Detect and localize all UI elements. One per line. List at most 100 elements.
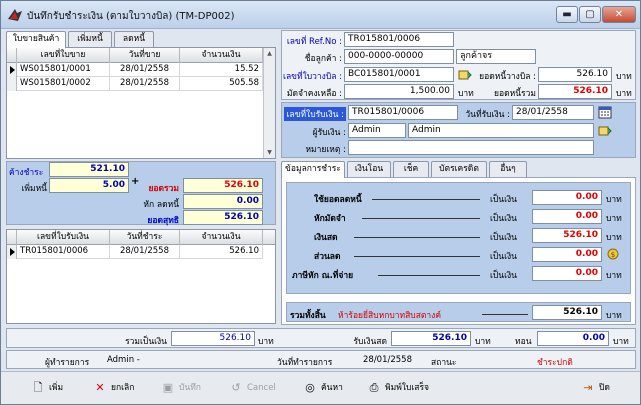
net-field: 526.10 [183,210,263,225]
exit-button[interactable]: ⇥ ปิด [581,379,610,397]
recorder-label: ผู้ทำรายการ [45,358,90,368]
col-sale-no[interactable]: เลขที่ใบขาย [17,48,110,63]
amount-unit: บาท [606,214,622,224]
receipt-date-field[interactable]: 28/01/2558 [512,105,594,120]
tab-transfer[interactable]: เงินโอน [347,161,391,177]
cell-sale-amount: 15.52 [180,63,263,77]
close-window-button[interactable]: ✕ [602,6,636,23]
cell-sale-date: 28/01/2558 [110,63,180,77]
receipt-panel: เลขที่ใบรับเงิน : TR015801/0006 วันที่รั… [281,102,636,158]
withholding-tax-label: ภาษีหัก ณ.ที่จ่าย [292,271,354,281]
printer-icon: ⎙ [369,380,379,394]
amount-unit: บาท [606,195,622,205]
ref-label: เลขที่ Ref.No : [286,37,342,47]
cancel-button[interactable]: ↺ Cancel [229,379,275,397]
deposit-deduct-label: หักมัดจำ [314,214,346,224]
customer-name-field[interactable]: ลูกค้าจร [456,49,536,64]
amount-unit: บาท [606,271,622,281]
left-tabs: ใบขายสินค้า เพิ่มหนี้ ลดหนี้ [6,31,276,48]
binoculars-icon: ◎ [305,380,315,394]
note-label: หมายเหตุ : [305,145,346,155]
col-receipt-amount[interactable]: จำนวนเงิน [180,230,263,245]
sales-grid-header: เลขที่ใบขาย วันที่ขาย จำนวนเงิน [7,48,263,63]
tab-cheque[interactable]: เช็ค [393,161,429,177]
credit-note-field[interactable]: 0.00 [532,190,602,205]
deposit-deduct-field[interactable]: 0.00 [532,209,602,224]
receipt-no-field[interactable]: TR015801/0006 [348,105,458,120]
maximize-button[interactable]: ▢ [579,6,601,23]
bill-field[interactable]: BC015801/0001 [344,67,454,82]
cell-receipt-no: TR015801/0006 [17,245,110,259]
col-receipt-no[interactable]: เลขที่ใบรับเงิน [17,230,110,245]
svg-text:$: $ [611,251,615,259]
receiver-code-field[interactable]: Admin [348,123,406,138]
change-unit: บาท [613,337,629,347]
tab-add-debt[interactable]: เพิ่มหนี้ [68,31,112,47]
tab-other[interactable]: อื่นๆ [489,161,527,177]
minimize-button[interactable]: ▬ [556,6,578,23]
sum-unit: บาท [258,337,274,347]
title-bar: บันทึกรับชำระเงิน (ตามใบวางบิล) (TM-DP00… [1,1,640,29]
table-row[interactable]: TR015801/0006 28/01/2558 526.10 [7,245,263,259]
record-date-label: วันที่ทำรายการ [277,358,333,368]
receiver-label: ผู้รับเงิน : [312,128,346,138]
receiver-name-field[interactable]: Admin [408,123,594,138]
net-label: ยอดสุทธิ [147,216,179,226]
col-pay-date[interactable]: วันที่ชำระ [110,230,180,245]
outstanding-field: 521.10 [49,162,129,177]
discount-label: ส่วนลด [314,252,341,262]
void-button[interactable]: ✕ ยกเลิก [93,379,134,397]
col-sale-date[interactable]: วันที่ขาย [110,48,180,63]
receipt-date-label: วันที่รับเงิน : [465,110,510,120]
table-row[interactable]: WS015801/0002 28/01/2558 505.58 [7,77,263,91]
customer-code-field[interactable]: 000-0000-00000 [344,49,454,64]
app-logo-icon [8,9,22,21]
ref-field[interactable]: TR015801/0006 [344,32,454,47]
app-window: บันทึกรับชำระเงิน (ตามใบวางบิล) (TM-DP00… [0,0,641,405]
amount-unit: บาท [606,233,622,243]
lookup-icon[interactable] [598,124,612,138]
bill-total-field: 526.10 [538,67,612,82]
total-debt-label: ยอดหนี้รวม [494,89,536,99]
record-date-value: 28/01/2558 [363,355,412,365]
cell-sale-date: 28/01/2558 [110,77,180,91]
print-receipt-button[interactable]: ⎙ พิมพ์ใบเสร็จ [367,379,429,397]
note-field[interactable] [348,140,594,155]
cell-sale-no: WS015801/0002 [17,77,110,91]
withholding-tax-field[interactable]: 0.00 [532,266,602,281]
outstanding-label: ค้างชำระ [9,168,44,178]
receipt-grid: เลขที่ใบรับเงิน วันที่ชำระ จำนวนเงิน TR0… [6,229,276,324]
lookup-icon[interactable] [458,68,472,82]
cash-label: เงินสด [314,233,338,243]
status-label: สถานะ [431,358,457,368]
bill-total-label: ยอดหนี้วางบิล : [479,72,536,82]
cash-received-label: รับเงินสด [353,337,387,347]
deduct-label: หัก ลดหนี้ [143,200,179,210]
sales-grid-scrollbar[interactable]: ▲ ▼ [263,48,275,158]
table-row[interactable]: WS015801/0001 28/01/2558 15.52 [7,63,263,77]
cash-received-field[interactable]: 526.10 [391,331,471,346]
status-value: ชำระปกติ [537,358,573,368]
col-sale-amount[interactable]: จำนวนเงิน [180,48,263,63]
tab-payment-info[interactable]: ข้อมูลการชำระ [281,161,345,178]
total-label: ยอดรวม [148,184,179,194]
new-document-icon: 🗋 [33,380,43,394]
total-field: 526.10 [183,178,263,193]
save-button[interactable]: ▣ บันทึก [161,379,201,397]
amount-prefix: เป็นเงิน [490,214,517,224]
coin-bag-icon[interactable]: $ [606,246,620,260]
recorder-value: Admin - [107,355,140,365]
tab-sales[interactable]: ใบขายสินค้า [6,31,66,48]
cash-received-unit: บาท [475,337,491,347]
cash-field[interactable]: 526.10 [532,228,602,243]
credit-note-label: ใช้ยอดลดหนี้ [314,195,362,205]
cell-pay-date: 28/01/2558 [110,245,180,259]
discount-field[interactable]: 0.00 [532,247,602,262]
calendar-icon[interactable] [598,105,612,119]
add-button[interactable]: 🗋 เพิ่ม [31,379,64,397]
change-field: 0.00 [537,331,609,346]
tab-credit-card[interactable]: บัตรเครดิต [431,161,487,177]
amount-prefix: เป็นเงิน [490,195,517,205]
search-button[interactable]: ◎ ค้นหา [303,379,343,397]
tab-reduce-debt[interactable]: ลดหนี้ [114,31,154,47]
